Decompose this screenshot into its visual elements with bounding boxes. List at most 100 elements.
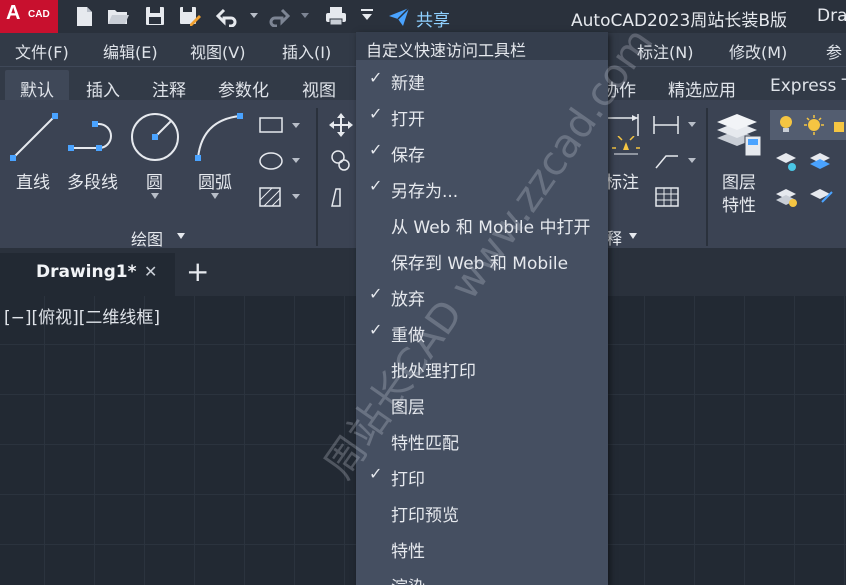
- menu-item-label: 打印: [391, 470, 425, 490]
- menu-item-label: 从 Web 和 Mobile 中打开: [391, 218, 591, 238]
- menu-item-match-properties[interactable]: 特性匹配: [356, 423, 608, 459]
- annotation-star-icon[interactable]: [612, 136, 640, 160]
- new-tab-icon[interactable]: +: [186, 255, 209, 288]
- menu-item-open-web-mobile[interactable]: 从 Web 和 Mobile 中打开: [356, 207, 608, 243]
- menu-item-properties[interactable]: 特性: [356, 531, 608, 567]
- menu-file[interactable]: 文件(F): [15, 39, 69, 63]
- menu-edit[interactable]: 编辑(E): [103, 39, 158, 63]
- autocad-logo[interactable]: A CAD: [0, 0, 58, 33]
- leader-icon[interactable]: [652, 150, 698, 172]
- share-label[interactable]: 共享: [416, 6, 450, 31]
- move-tool-icon[interactable]: [328, 112, 354, 138]
- menu-item-plot[interactable]: ✓ 打印: [356, 459, 608, 495]
- customize-qat-dropdown-icon[interactable]: [360, 8, 374, 22]
- menu-item-label: 渲染: [391, 573, 425, 585]
- menu-item-label: 保存: [391, 146, 425, 166]
- annotation-panel-dropdown-icon[interactable]: [628, 232, 638, 240]
- menu-item-batch-plot[interactable]: 批处理打印: [356, 351, 608, 387]
- layer-label-1[interactable]: 图层: [722, 168, 756, 193]
- table-icon[interactable]: [654, 186, 680, 208]
- tab-parametric[interactable]: 参数化: [218, 76, 269, 101]
- layer-tool-icon-2[interactable]: [808, 148, 834, 172]
- menu-title: 自定义快速访问工具栏: [366, 41, 527, 60]
- save-as-icon[interactable]: [178, 5, 202, 27]
- dimension-tool-icon[interactable]: [608, 112, 644, 138]
- arc-tool-icon[interactable]: [192, 110, 248, 164]
- check-icon: ✓: [369, 140, 383, 159]
- redo-dropdown-icon[interactable]: [300, 10, 310, 20]
- arc-tool-label[interactable]: 圆弧: [198, 168, 232, 193]
- menu-item-label: 保存到 Web 和 Mobile: [391, 254, 569, 274]
- menu-item-open[interactable]: ✓ 打开: [356, 99, 608, 135]
- ellipse-tool-icon[interactable]: [258, 150, 302, 172]
- save-icon[interactable]: [143, 5, 167, 27]
- menu-item-render[interactable]: 渲染: [356, 567, 608, 585]
- menu-item-save-as[interactable]: ✓ 另存为...: [356, 171, 608, 207]
- menu-item-label: 打开: [391, 110, 425, 130]
- menu-modify[interactable]: 修改(M): [729, 39, 787, 63]
- tab-insert[interactable]: 插入: [86, 76, 120, 101]
- document-tab-title[interactable]: Drawing1*: [36, 262, 137, 282]
- draw-panel-label[interactable]: 绘图: [131, 226, 163, 250]
- line-tool-icon[interactable]: [10, 112, 60, 162]
- line-tool-label[interactable]: 直线: [16, 168, 50, 193]
- panel-separator: [316, 108, 318, 246]
- menu-item-save-web-mobile[interactable]: 保存到 Web 和 Mobile: [356, 243, 608, 279]
- menu-item-new[interactable]: ✓ 新建: [356, 63, 608, 99]
- polyline-tool-label[interactable]: 多段线: [67, 168, 118, 193]
- menu-item-layer[interactable]: 图层: [356, 387, 608, 423]
- menu-parametric[interactable]: 参: [826, 39, 842, 63]
- arc-dropdown-icon[interactable]: [210, 192, 220, 200]
- menu-item-label: 新建: [391, 74, 425, 94]
- share-icon[interactable]: [387, 6, 411, 28]
- open-folder-icon[interactable]: [106, 5, 130, 27]
- layer-properties-icon[interactable]: [715, 110, 763, 160]
- layer-tool-icon-3[interactable]: [774, 184, 800, 208]
- menu-item-label: 批处理打印: [391, 362, 476, 382]
- check-icon: ✓: [369, 176, 383, 195]
- menu-item-plot-preview[interactable]: 打印预览: [356, 495, 608, 531]
- menu-item-label: 另存为...: [391, 182, 459, 202]
- mirror-tool-icon[interactable]: [328, 186, 354, 210]
- tab-featured-apps[interactable]: 精选应用: [668, 76, 736, 101]
- print-icon[interactable]: [324, 5, 348, 27]
- menu-item-label: 放弃: [391, 290, 425, 310]
- layer-tool-icon-4[interactable]: [808, 184, 834, 208]
- circle-dropdown-icon[interactable]: [150, 192, 160, 200]
- annotation-tool-label[interactable]: 标注: [605, 168, 639, 193]
- file-title: Dra: [817, 6, 846, 26]
- linear-dimension-icon[interactable]: [652, 114, 698, 136]
- menu-insert[interactable]: 插入(I): [282, 39, 331, 63]
- tab-express-tools[interactable]: Express T: [770, 76, 846, 96]
- annotation-panel-label[interactable]: 释: [606, 225, 622, 249]
- menu-item-save[interactable]: ✓ 保存: [356, 135, 608, 171]
- layer-state-icons[interactable]: [776, 114, 846, 136]
- logo-text: CAD: [28, 9, 50, 20]
- menu-item-label: 打印预览: [391, 506, 459, 526]
- menu-item-label: 图层: [391, 398, 425, 418]
- close-tab-icon[interactable]: ✕: [144, 262, 157, 281]
- hatch-tool-icon[interactable]: [258, 186, 302, 208]
- new-file-icon[interactable]: [72, 5, 96, 27]
- layer-label-2[interactable]: 特性: [722, 191, 756, 216]
- polyline-tool-icon[interactable]: [68, 112, 124, 162]
- menu-item-label: 重做: [391, 326, 425, 346]
- tab-annotate[interactable]: 注释: [152, 76, 186, 101]
- redo-icon[interactable]: [267, 5, 291, 27]
- layer-tool-icon-1[interactable]: [774, 148, 798, 172]
- check-icon: ✓: [369, 284, 383, 303]
- rectangle-tool-icon[interactable]: [258, 115, 302, 135]
- undo-dropdown-icon[interactable]: [249, 10, 259, 20]
- tab-view[interactable]: 视图: [302, 76, 336, 101]
- rotate-tool-icon[interactable]: [328, 148, 354, 172]
- menu-item-redo[interactable]: ✓ 重做: [356, 315, 608, 351]
- draw-panel-dropdown-icon[interactable]: [176, 232, 186, 240]
- menu-item-undo[interactable]: ✓ 放弃: [356, 279, 608, 315]
- menu-dimension[interactable]: 标注(N): [637, 39, 693, 63]
- circle-tool-label[interactable]: 圆: [146, 168, 163, 193]
- viewport-controls-label[interactable]: [−][俯视][二维线框]: [4, 303, 160, 328]
- menu-view[interactable]: 视图(V): [190, 39, 245, 63]
- undo-icon[interactable]: [215, 5, 239, 27]
- circle-tool-icon[interactable]: [128, 110, 182, 164]
- tab-home[interactable]: 默认: [20, 76, 54, 101]
